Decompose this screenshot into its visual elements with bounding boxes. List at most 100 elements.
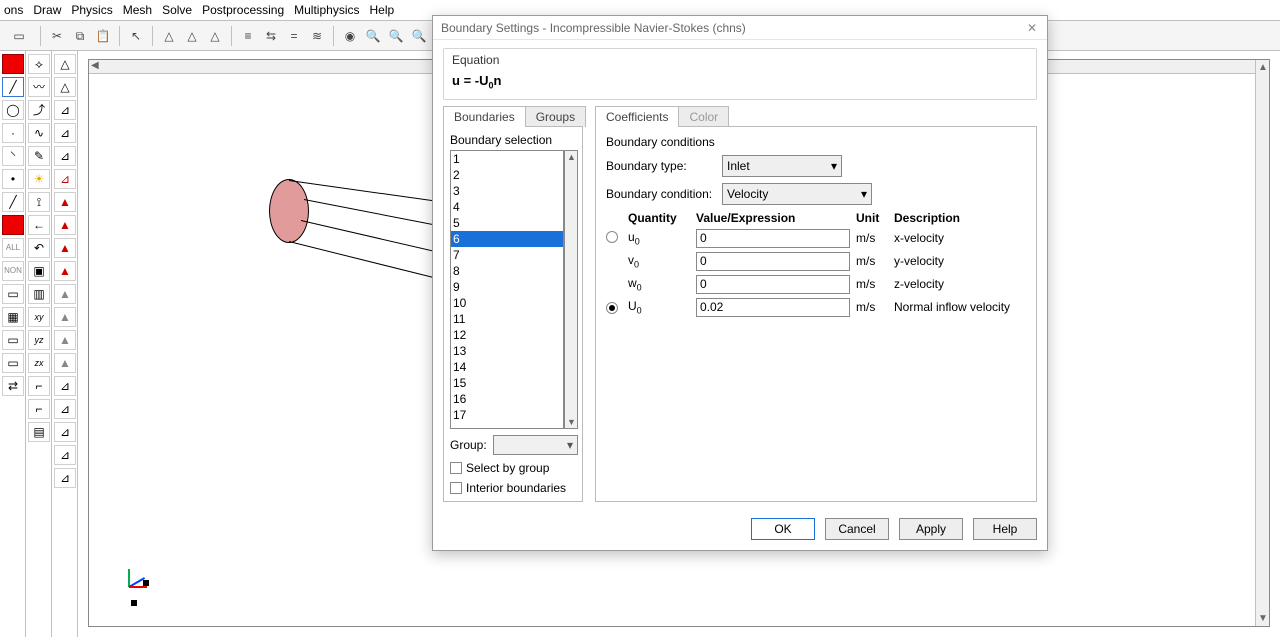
triangle-icon[interactable]: △ [159,26,179,46]
curve3-icon[interactable]: ⤴ [28,100,50,120]
palette-point-icon[interactable]: · [2,123,24,143]
back-icon[interactable]: ← [28,215,50,235]
apply-button[interactable]: Apply [899,518,963,540]
velocity-mode-radio[interactable] [606,302,618,314]
workplane-icon[interactable]: ▥ [28,284,50,304]
ok-button[interactable]: OK [751,518,815,540]
triangle-add-icon[interactable]: △ [182,26,202,46]
xy-plot-icon[interactable]: xy [28,307,50,327]
palette-box-icon[interactable]: ▭ [2,284,24,304]
boundary-list-item[interactable]: 9 [451,279,563,295]
mesh5-icon[interactable]: ⊿ [54,468,76,488]
tri-red2-icon[interactable]: ▲ [54,215,76,235]
help-button[interactable]: Help [973,518,1037,540]
tri-c-icon[interactable]: ⊿ [54,100,76,120]
palette-copy-icon[interactable]: ▭ [2,330,24,350]
boundary-list-item[interactable]: 7 [451,247,563,263]
interior-boundaries-checkbox[interactable] [450,482,462,494]
zoom-out-icon[interactable]: 🔍 [386,26,406,46]
menu-item-options[interactable]: ons [4,3,23,17]
toolbar-button-generic[interactable]: ▭ [4,26,34,46]
value-input[interactable] [696,275,850,294]
measure-icon[interactable]: ⟟ [28,192,50,212]
paste-icon[interactable]: 📋 [93,26,113,46]
boundary-list-item[interactable]: 8 [451,263,563,279]
value-input[interactable] [696,229,850,248]
solve-restart-icon[interactable]: ⇆ [261,26,281,46]
boundary-list[interactable]: 1234567891011121314151617 [450,150,564,429]
palette-block-icon[interactable] [2,54,24,74]
tab-color[interactable]: Color [678,106,729,127]
palette-cylinder-icon[interactable]: ◯ [2,100,24,120]
tab-groups[interactable]: Groups [525,106,586,127]
menu-item-multiphysics[interactable]: Multiphysics [294,3,359,17]
boundary-list-item[interactable]: 6 [451,231,563,247]
value-input[interactable] [696,298,850,317]
tri-a-icon[interactable]: △ [54,54,76,74]
cancel-button[interactable]: Cancel [825,518,889,540]
mesh2-icon[interactable]: ⊿ [54,399,76,419]
solve-icon[interactable]: ≡ [238,26,258,46]
palette-fill-icon[interactable] [2,215,24,235]
tab-boundaries[interactable]: Boundaries [443,106,526,127]
tri-e-icon[interactable]: ⊿ [54,146,76,166]
curve1-icon[interactable]: ⟡ [28,54,50,74]
copy-icon[interactable]: ⧉ [70,26,90,46]
group-dropdown[interactable]: ▾ [493,435,578,455]
palette-select-icon[interactable]: ⸌ [2,146,24,166]
boundary-list-item[interactable]: 13 [451,343,563,359]
tri-g2-icon[interactable]: ▲ [54,307,76,327]
vertical-scrollbar[interactable] [1255,60,1269,626]
zoom-in-icon[interactable]: 🔍 [363,26,383,46]
tri-g3-icon[interactable]: ▲ [54,330,76,350]
zoom-window-icon[interactable]: 🔍 [409,26,429,46]
value-input[interactable] [696,252,850,271]
boundary-list-item[interactable]: 5 [451,215,563,231]
axis-plot-icon[interactable]: ⌐ [28,376,50,396]
palette-small-dot-icon[interactable]: • [2,169,24,189]
cut-icon[interactable]: ✂ [47,26,67,46]
spline-icon[interactable]: ∿ [28,123,50,143]
light-icon[interactable]: ☀ [28,169,50,189]
boundary-list-item[interactable]: 11 [451,311,563,327]
palette-multi-icon[interactable]: ▭ [2,353,24,373]
coord-frame-icon[interactable]: ▣ [28,261,50,281]
solve-equal-icon[interactable]: = [284,26,304,46]
select-by-group-checkbox[interactable] [450,462,462,474]
graph-icon[interactable]: ▤ [28,422,50,442]
edit-icon[interactable]: ✎ [28,146,50,166]
menu-item-physics[interactable]: Physics [71,3,112,17]
boundary-list-item[interactable]: 16 [451,391,563,407]
plot-icon[interactable]: ◉ [340,26,360,46]
triangle-tree-icon[interactable]: △ [205,26,225,46]
tri-g4-icon[interactable]: ▲ [54,353,76,373]
tab-coefficients[interactable]: Coefficients [595,106,679,127]
palette-none-icon[interactable]: NON [2,261,24,281]
solve-domain-icon[interactable]: ≋ [307,26,327,46]
palette-line-icon[interactable]: ╱ [2,77,24,97]
zx-plot-icon[interactable]: zx [28,353,50,373]
menu-item-mesh[interactable]: Mesh [123,3,152,17]
boundary-type-dropdown[interactable]: Inlet▾ [722,155,842,177]
palette-cube-icon[interactable]: ▦ [2,307,24,327]
menu-item-solve[interactable]: Solve [162,3,192,17]
tri-g1-icon[interactable]: ▲ [54,284,76,304]
axis-plot2-icon[interactable]: ⌐ [28,399,50,419]
boundary-list-scrollbar[interactable] [564,150,578,429]
tri-red1-icon[interactable]: ▲ [54,192,76,212]
tri-red3-icon[interactable]: ▲ [54,238,76,258]
boundary-list-item[interactable]: 2 [451,167,563,183]
mesh3-icon[interactable]: ⊿ [54,422,76,442]
boundary-list-item[interactable]: 1 [451,151,563,167]
boundary-list-item[interactable]: 10 [451,295,563,311]
boundary-list-item[interactable]: 3 [451,183,563,199]
boundary-list-item[interactable]: 17 [451,407,563,423]
tri-d-icon[interactable]: ⊿ [54,123,76,143]
menu-item-draw[interactable]: Draw [33,3,61,17]
close-icon[interactable]: ✕ [1025,21,1039,35]
rotate-l-icon[interactable]: ↶ [28,238,50,258]
velocity-mode-radio[interactable] [606,231,618,243]
palette-all-icon[interactable]: ALL [2,238,24,258]
boundary-list-item[interactable]: 15 [451,375,563,391]
dialog-titlebar[interactable]: Boundary Settings - Incompressible Navie… [433,16,1047,40]
